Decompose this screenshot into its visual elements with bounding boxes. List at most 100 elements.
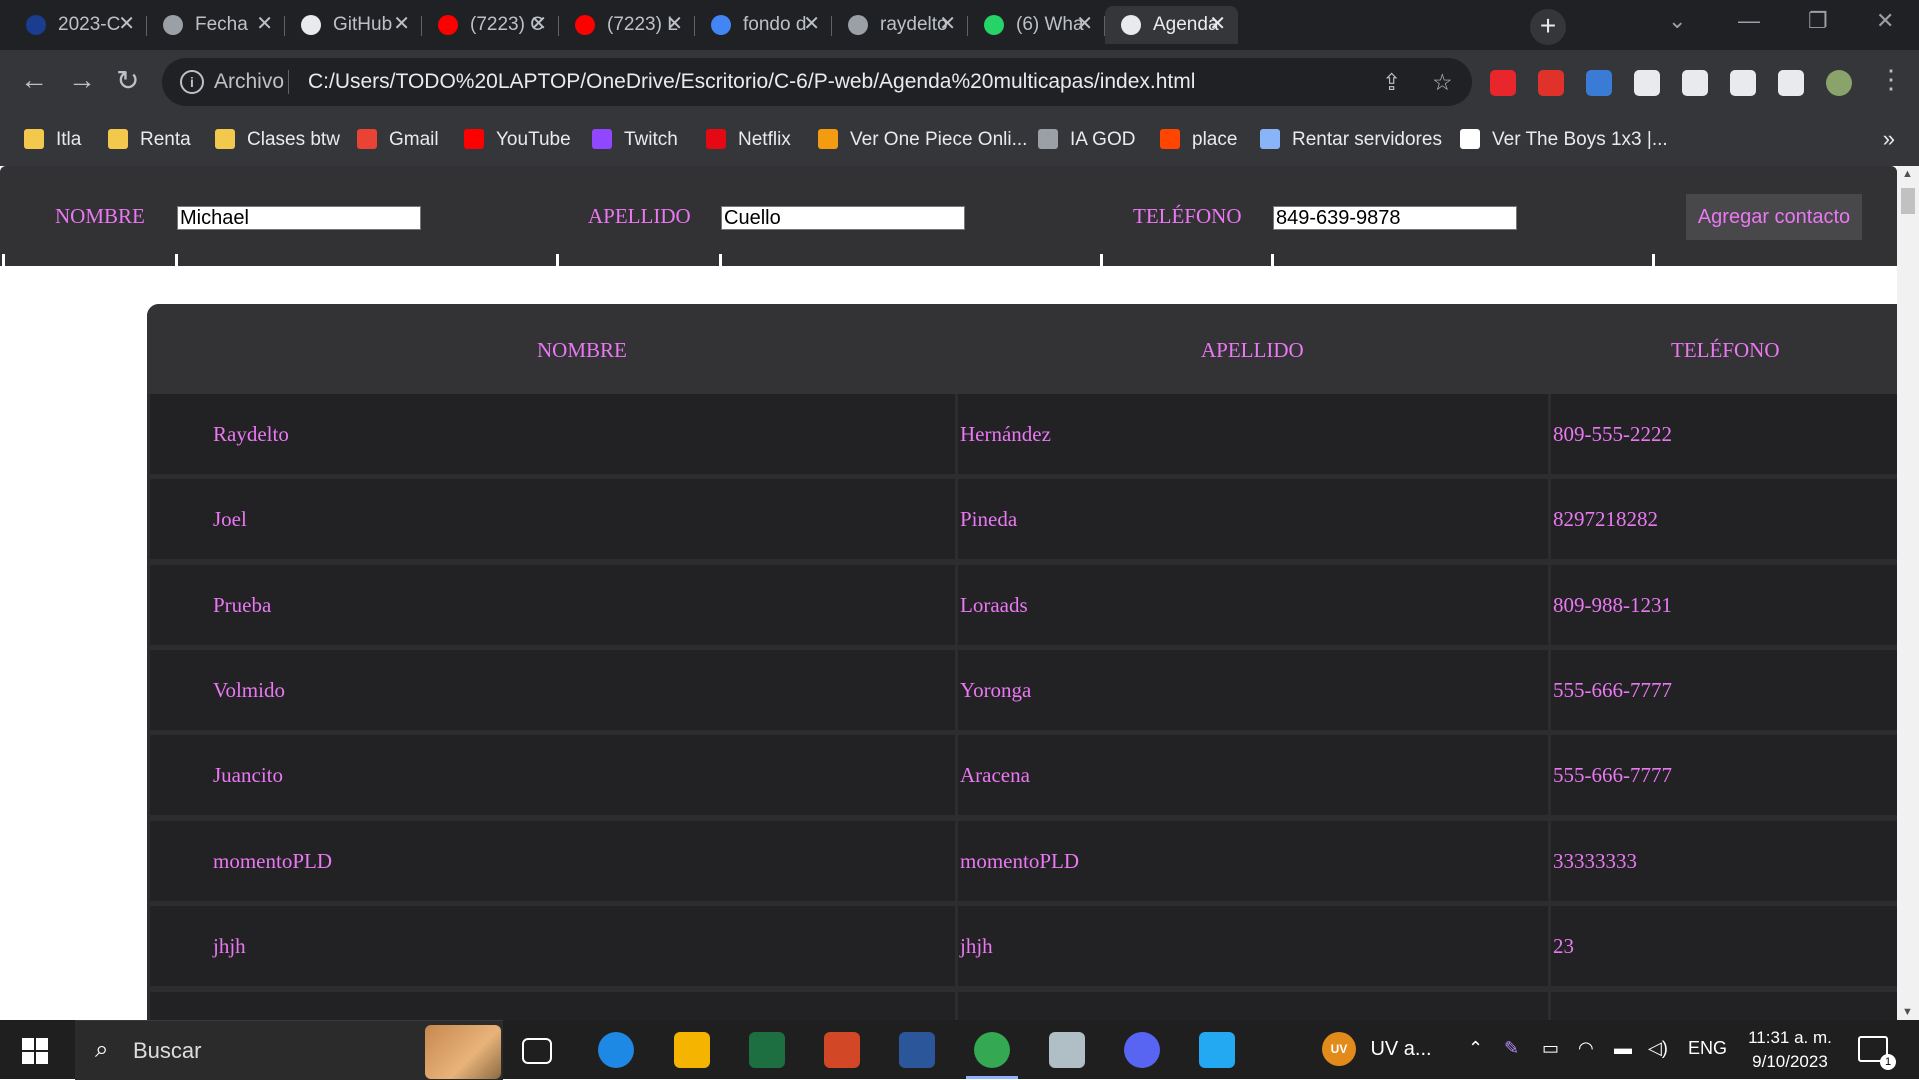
share-icon[interactable]: ⇪ xyxy=(1382,69,1401,96)
browser-tab[interactable]: Fecha ✕ xyxy=(147,6,285,44)
close-tab-icon[interactable]: ✕ xyxy=(530,11,547,36)
wifi-icon[interactable]: ◠ xyxy=(1578,1038,1594,1059)
forward-button[interactable]: → xyxy=(68,64,96,96)
media-queue-icon[interactable] xyxy=(1682,70,1708,96)
volume-icon[interactable]: ◁) xyxy=(1648,1038,1668,1059)
back-button[interactable]: ← xyxy=(20,64,48,96)
browser-tab[interactable]: (6) Wha ✕ xyxy=(968,6,1105,44)
edge-icon[interactable] xyxy=(598,1032,634,1068)
bookmark-item[interactable]: Ver The Boys 1x3 |... xyxy=(1460,129,1668,153)
new-tab-button[interactable]: + xyxy=(1530,9,1566,45)
contact-form: NOMBRE APELLIDO TELÉFONO Agregar contact… xyxy=(0,166,1897,266)
cell-nombre: Joel xyxy=(213,507,247,531)
bookmark-star-icon[interactable]: ☆ xyxy=(1432,69,1453,96)
bookmark-item[interactable]: place xyxy=(1160,129,1237,153)
battery-icon[interactable]: ▬ xyxy=(1614,1038,1632,1059)
close-tab-icon[interactable]: ✕ xyxy=(803,11,820,36)
bookmark-label: Ver One Piece Onli... xyxy=(850,129,1028,150)
bookmark-item[interactable]: Gmail xyxy=(357,129,439,153)
browser-menu-button[interactable]: ⋮ xyxy=(1878,64,1904,95)
nombre-input[interactable] xyxy=(177,206,421,230)
browser-tab[interactable]: (7223) C ✕ xyxy=(422,6,559,44)
close-tab-icon[interactable]: ✕ xyxy=(256,11,273,36)
start-windows-icon[interactable] xyxy=(22,1038,48,1064)
file-explorer-icon[interactable] xyxy=(674,1032,710,1068)
image-extension-icon[interactable] xyxy=(1538,70,1564,96)
bookmarks-overflow-button[interactable]: » xyxy=(1883,126,1895,152)
bookmark-item[interactable]: Renta xyxy=(108,129,191,153)
bookmark-item[interactable]: Itla xyxy=(24,129,81,153)
notification-center-icon[interactable]: 1 xyxy=(1858,1036,1896,1070)
taskbar-search[interactable]: ⌕ Buscar xyxy=(75,1020,503,1080)
google-icon xyxy=(711,15,731,35)
discord-icon[interactable] xyxy=(1124,1032,1160,1068)
telefono-input[interactable] xyxy=(1273,206,1517,230)
column-divider xyxy=(1548,906,1551,986)
reload-button[interactable]: ↻ xyxy=(116,64,139,97)
pinned-app-uv[interactable]: UV UV a... xyxy=(1322,1032,1432,1068)
page-scrollbar[interactable]: ▲ ▼ xyxy=(1897,166,1919,1020)
p-logo-icon xyxy=(1460,129,1480,149)
vscode-icon[interactable] xyxy=(1199,1032,1235,1068)
apellido-input[interactable] xyxy=(721,206,965,230)
browser-tab[interactable]: Agenda ✕ xyxy=(1105,6,1238,44)
tab-search-icon[interactable]: ⌄ xyxy=(1668,8,1686,34)
task-view-icon[interactable] xyxy=(522,1038,552,1064)
word-icon[interactable] xyxy=(899,1032,935,1068)
bookmark-label: Gmail xyxy=(389,129,439,150)
close-tab-icon[interactable]: ✕ xyxy=(393,11,410,36)
close-tab-icon[interactable]: ✕ xyxy=(666,11,683,36)
minimize-button[interactable]: — xyxy=(1738,8,1760,34)
side-panel-icon[interactable] xyxy=(1778,70,1804,96)
bookmark-item[interactable]: Netflix xyxy=(706,129,791,153)
scroll-thumb[interactable] xyxy=(1901,188,1915,214)
close-tab-icon[interactable]: ✕ xyxy=(1209,11,1226,36)
excel-icon[interactable] xyxy=(749,1032,785,1068)
uv-app-icon: UV xyxy=(1322,1032,1356,1066)
close-window-button[interactable]: ✕ xyxy=(1876,8,1894,34)
column-divider xyxy=(955,565,958,645)
chrome-icon[interactable] xyxy=(966,1032,1018,1079)
system-clock[interactable]: 11:31 a. m. 9/10/2023 xyxy=(1740,1026,1840,1074)
table-row: Raydelto Hernández 809-555-2222 xyxy=(150,394,1897,474)
pen-icon[interactable]: ✎ xyxy=(1504,1038,1519,1059)
bookmark-item[interactable]: Twitch xyxy=(592,129,678,153)
close-tab-icon[interactable]: ✕ xyxy=(1076,11,1093,36)
meet-now-icon[interactable]: ▭ xyxy=(1542,1038,1559,1059)
color-picker-icon[interactable] xyxy=(1586,70,1612,96)
site-info-icon[interactable]: i xyxy=(180,70,204,94)
notification-count: 1 xyxy=(1880,1054,1896,1070)
bookmark-item[interactable]: YouTube xyxy=(464,129,571,153)
browser-tab[interactable]: fondo d ✕ xyxy=(695,6,832,44)
bookmark-item[interactable]: IA GOD xyxy=(1038,129,1135,153)
form-divider xyxy=(556,254,559,266)
adblock-icon[interactable] xyxy=(1490,70,1516,96)
scroll-up-arrow[interactable]: ▲ xyxy=(1902,168,1913,180)
photo-app-icon[interactable] xyxy=(1049,1032,1085,1068)
close-tab-icon[interactable]: ✕ xyxy=(118,11,135,36)
bookmark-item[interactable]: Clases btw xyxy=(215,129,340,153)
bookmark-label: Rentar servidores xyxy=(1292,129,1442,150)
puzzle-icon[interactable] xyxy=(1634,70,1660,96)
scroll-down-arrow[interactable]: ▼ xyxy=(1902,1006,1913,1018)
powerpoint-icon[interactable] xyxy=(824,1032,860,1068)
bookmark-item[interactable]: Ver One Piece Onli... xyxy=(818,129,1027,153)
folder-icon xyxy=(215,129,235,149)
maximize-button[interactable]: ❐ xyxy=(1808,8,1828,34)
youtube-icon xyxy=(438,15,458,35)
profile-avatar[interactable] xyxy=(1826,70,1852,96)
browser-tab[interactable]: 2023-C ✕ xyxy=(10,6,147,44)
sparkle-icon xyxy=(1260,129,1280,149)
form-divider xyxy=(1271,254,1274,266)
tray-overflow-icon[interactable]: ⌃ xyxy=(1468,1038,1483,1059)
download-icon[interactable] xyxy=(1730,70,1756,96)
add-contact-button[interactable]: Agregar contacto xyxy=(1686,194,1862,240)
address-bar[interactable]: i Archivo C:/Users/TODO%20LAPTOP/OneDriv… xyxy=(162,58,1472,106)
close-tab-icon[interactable]: ✕ xyxy=(939,11,956,36)
browser-tab[interactable]: raydelto ✕ xyxy=(832,6,968,44)
bookmark-item[interactable]: Rentar servidores xyxy=(1260,129,1442,153)
language-indicator[interactable]: ENG xyxy=(1688,1038,1727,1059)
browser-tab[interactable]: (7223) L ✕ xyxy=(559,6,695,44)
browser-tab[interactable]: GitHub ✕ xyxy=(285,6,422,44)
url-text[interactable]: C:/Users/TODO%20LAPTOP/OneDrive/Escritor… xyxy=(308,70,1195,94)
